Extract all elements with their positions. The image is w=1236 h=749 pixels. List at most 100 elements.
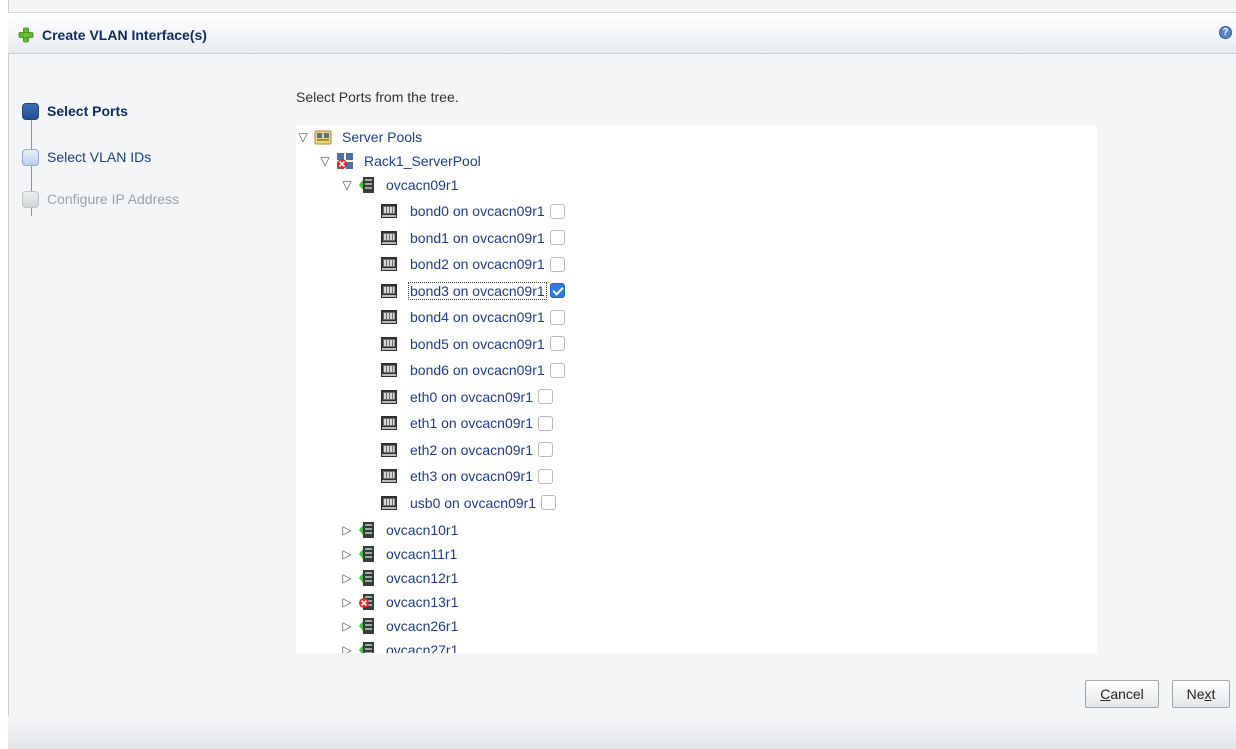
step-active-icon bbox=[22, 102, 39, 120]
step-label: Select VLAN IDs bbox=[47, 149, 152, 165]
server-ok-icon bbox=[359, 522, 374, 538]
port-row[interactable]: bond6 on ovcacn09r1 bbox=[380, 358, 565, 382]
help-icon[interactable]: ? bbox=[1219, 26, 1232, 39]
step-select-ports[interactable]: Select Ports bbox=[22, 100, 128, 122]
step-configure-ip-address: Configure IP Address bbox=[22, 188, 179, 210]
port-checkbox[interactable] bbox=[549, 230, 565, 245]
next-button[interactable]: Ne x t bbox=[1172, 680, 1230, 708]
tree-node-label[interactable]: ovcacn26r1 bbox=[386, 618, 458, 634]
port-label[interactable]: bond5 on ovcacn09r1 bbox=[408, 336, 547, 352]
port-label[interactable]: eth2 on ovcacn09r1 bbox=[408, 442, 535, 458]
step-pending-icon bbox=[22, 148, 39, 166]
port-row[interactable]: bond4 on ovcacn09r1 bbox=[380, 305, 565, 329]
tree-node-label[interactable]: Server Pools bbox=[342, 129, 422, 145]
port-checkbox[interactable] bbox=[537, 415, 553, 431]
tree-node-server-pools[interactable]: ▽ Server Pools bbox=[296, 125, 422, 149]
step-label: Configure IP Address bbox=[47, 191, 180, 207]
port-label[interactable]: bond6 on ovcacn09r1 bbox=[408, 362, 547, 378]
step-label: Select Ports bbox=[47, 103, 128, 119]
cancel-button[interactable]: Cancel bbox=[1085, 680, 1159, 708]
step-select-vlan-ids[interactable]: Select VLAN IDs bbox=[22, 146, 151, 168]
network-port-icon bbox=[381, 336, 397, 351]
port-row[interactable]: bond2 on ovcacn09r1 bbox=[380, 252, 565, 276]
port-label[interactable]: usb0 on ovcacn09r1 bbox=[408, 495, 538, 511]
port-row[interactable]: eth3 on ovcacn09r1 bbox=[380, 464, 553, 488]
instruction-text: Select Ports from the tree. bbox=[296, 89, 459, 105]
port-row[interactable]: bond1 on ovcacn09r1 bbox=[380, 226, 565, 250]
tree-node-label[interactable]: ovcacn12r1 bbox=[386, 570, 458, 586]
port-checkbox[interactable] bbox=[537, 442, 553, 457]
expand-toggle-icon[interactable]: ▽ bbox=[318, 154, 332, 168]
port-label[interactable]: bond4 on ovcacn09r1 bbox=[408, 309, 547, 325]
server-ok-icon bbox=[359, 618, 374, 634]
port-row[interactable]: bond3 on ovcacn09r1 bbox=[380, 279, 565, 303]
network-port-icon bbox=[381, 257, 397, 271]
port-label[interactable]: eth1 on ovcacn09r1 bbox=[408, 415, 535, 431]
dialog-title: Create VLAN Interface(s) bbox=[42, 27, 207, 43]
tree-node-label[interactable]: ovcacn11r1 bbox=[386, 546, 457, 562]
server-ok-icon bbox=[359, 642, 374, 653]
network-port-icon bbox=[381, 283, 397, 298]
network-port-icon bbox=[381, 204, 397, 218]
tree-node-server[interactable]: ▷ ovcacn12r1 bbox=[340, 566, 458, 590]
port-label[interactable]: bond2 on ovcacn09r1 bbox=[408, 256, 547, 272]
port-label[interactable]: bond1 on ovcacn09r1 bbox=[408, 230, 547, 246]
network-port-icon bbox=[381, 389, 397, 404]
tree-node-label[interactable]: ovcacn10r1 bbox=[386, 522, 458, 538]
network-port-icon bbox=[381, 469, 397, 483]
port-checkbox[interactable] bbox=[549, 309, 565, 325]
tree-node-server[interactable]: ▽ ovcacn09r1 bbox=[340, 173, 458, 197]
port-checkbox[interactable] bbox=[549, 203, 565, 219]
network-port-icon bbox=[381, 416, 397, 430]
collapse-toggle-icon[interactable]: ▷ bbox=[340, 571, 354, 585]
tree-node-label[interactable]: ovcacn27r1 bbox=[386, 642, 458, 653]
collapse-toggle-icon[interactable]: ▷ bbox=[340, 619, 354, 633]
network-port-icon bbox=[381, 310, 397, 324]
port-checkbox[interactable] bbox=[549, 362, 565, 378]
port-row[interactable]: eth1 on ovcacn09r1 bbox=[380, 411, 553, 435]
collapse-toggle-icon[interactable]: ▷ bbox=[340, 595, 354, 609]
port-row[interactable]: usb0 on ovcacn09r1 bbox=[380, 491, 557, 515]
server-pools-folder-icon bbox=[314, 130, 332, 145]
network-port-icon bbox=[381, 363, 397, 377]
dialog-footer bbox=[8, 716, 1236, 749]
server-ok-icon bbox=[359, 546, 374, 562]
tree-node-server[interactable]: ▷ ovcacn26r1 bbox=[340, 614, 458, 638]
port-label[interactable]: eth0 on ovcacn09r1 bbox=[408, 389, 535, 405]
add-plus-icon bbox=[18, 27, 34, 43]
network-port-icon bbox=[381, 495, 397, 510]
server-ok-icon bbox=[359, 570, 374, 586]
port-row[interactable]: eth2 on ovcacn09r1 bbox=[380, 438, 553, 462]
tree-node-server[interactable]: ▷ ovcacn11r1 bbox=[340, 542, 457, 566]
tree-node-server[interactable]: ▷ ovcacn13r1 bbox=[340, 590, 458, 614]
port-checkbox[interactable] bbox=[549, 336, 565, 351]
dialog-titlebar: Create VLAN Interface(s) ? bbox=[8, 12, 1236, 54]
collapse-toggle-icon[interactable]: ▷ bbox=[340, 643, 354, 653]
collapse-toggle-icon[interactable]: ▷ bbox=[340, 547, 354, 561]
tree-node-server-pool[interactable]: ▽ Rack1_ServerPool bbox=[318, 149, 481, 173]
collapse-toggle-icon[interactable]: ▷ bbox=[340, 523, 354, 537]
expand-toggle-icon[interactable]: ▽ bbox=[340, 178, 354, 192]
tree-node-server[interactable]: ▷ ovcacn10r1 bbox=[340, 518, 458, 542]
port-label[interactable]: bond0 on ovcacn09r1 bbox=[408, 203, 547, 219]
port-checkbox[interactable] bbox=[537, 389, 553, 404]
port-checkbox[interactable] bbox=[537, 468, 553, 484]
step-disabled-icon bbox=[22, 190, 39, 208]
tree-node-label[interactable]: Rack1_ServerPool bbox=[364, 153, 481, 169]
port-row[interactable]: bond0 on ovcacn09r1 bbox=[380, 199, 565, 223]
expand-toggle-icon[interactable]: ▽ bbox=[296, 130, 310, 144]
port-tree[interactable]: ▽ Server Pools ▽ Rack1_ServerPool ▽ ovca… bbox=[296, 125, 1097, 653]
port-row[interactable]: bond5 on ovcacn09r1 bbox=[380, 332, 565, 356]
port-label[interactable]: bond3 on ovcacn09r1 bbox=[408, 281, 547, 300]
port-checkbox[interactable] bbox=[549, 256, 565, 272]
server-error-icon bbox=[359, 594, 374, 610]
port-checkbox[interactable] bbox=[549, 283, 565, 298]
tree-node-label[interactable]: ovcacn13r1 bbox=[386, 594, 458, 610]
port-checkbox[interactable] bbox=[541, 495, 557, 510]
port-row[interactable]: eth0 on ovcacn09r1 bbox=[380, 385, 553, 409]
port-label[interactable]: eth3 on ovcacn09r1 bbox=[408, 468, 535, 484]
tree-node-server[interactable]: ▷ ovcacn27r1 bbox=[340, 638, 458, 653]
tree-node-label[interactable]: ovcacn09r1 bbox=[386, 177, 458, 193]
network-port-icon bbox=[381, 442, 397, 457]
server-ok-icon bbox=[359, 177, 374, 193]
